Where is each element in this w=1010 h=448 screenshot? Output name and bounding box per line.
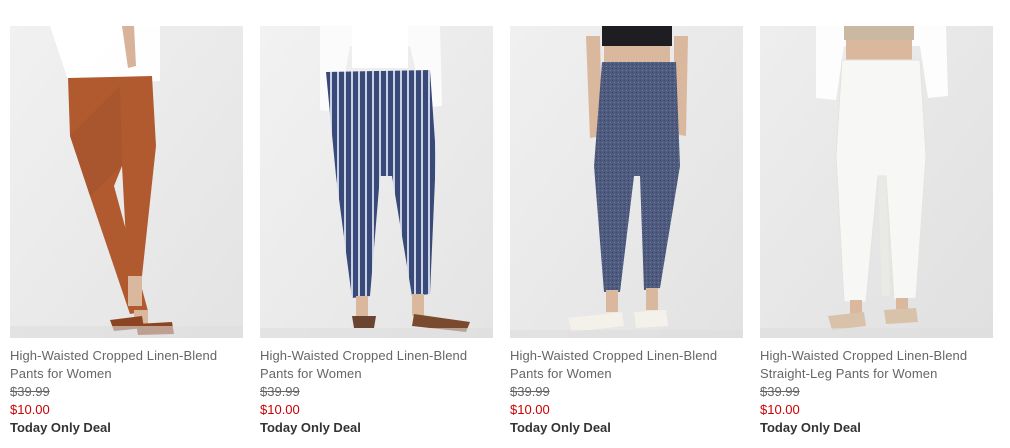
- product-image[interactable]: [260, 26, 493, 338]
- product-image[interactable]: [510, 26, 743, 338]
- original-price: $39.99: [760, 384, 800, 399]
- product-title-line1[interactable]: High-Waisted Cropped Linen-Blend: [510, 347, 743, 365]
- deal-badge: Today Only Deal: [760, 420, 861, 435]
- product-title-line2[interactable]: Pants for Women: [260, 365, 493, 383]
- product-title-line1[interactable]: High-Waisted Cropped Linen-Blend: [10, 347, 243, 365]
- original-price: $39.99: [260, 384, 300, 399]
- product-image[interactable]: [10, 26, 243, 338]
- sale-price: $10.00: [510, 402, 550, 417]
- product-card[interactable]: High-Waisted Cropped Linen-Blend Pants f…: [10, 26, 243, 437]
- product-title[interactable]: High-Waisted Cropped Linen-Blend Pants f…: [10, 347, 243, 383]
- original-price: $39.99: [510, 384, 550, 399]
- product-title-line2[interactable]: Straight-Leg Pants for Women: [760, 365, 993, 383]
- sale-price: $10.00: [760, 402, 800, 417]
- product-title-line1[interactable]: High-Waisted Cropped Linen-Blend: [260, 347, 493, 365]
- product-title[interactable]: High-Waisted Cropped Linen-Blend Pants f…: [510, 347, 743, 383]
- deal-badge: Today Only Deal: [260, 420, 361, 435]
- sale-price: $10.00: [10, 402, 50, 417]
- product-title-line1[interactable]: High-Waisted Cropped Linen-Blend: [760, 347, 993, 365]
- product-title[interactable]: High-Waisted Cropped Linen-Blend Pants f…: [260, 347, 493, 383]
- product-card[interactable]: High-Waisted Cropped Linen-Blend Pants f…: [510, 26, 743, 437]
- original-price: $39.99: [10, 384, 50, 399]
- product-title-line2[interactable]: Pants for Women: [10, 365, 243, 383]
- product-title-line2[interactable]: Pants for Women: [510, 365, 743, 383]
- product-grid: High-Waisted Cropped Linen-Blend Pants f…: [10, 26, 993, 437]
- deal-badge: Today Only Deal: [10, 420, 111, 435]
- product-card[interactable]: High-Waisted Cropped Linen-Blend Straigh…: [760, 26, 993, 437]
- sale-price: $10.00: [260, 402, 300, 417]
- product-image[interactable]: [760, 26, 993, 338]
- deal-badge: Today Only Deal: [510, 420, 611, 435]
- product-card[interactable]: High-Waisted Cropped Linen-Blend Pants f…: [260, 26, 493, 437]
- product-title[interactable]: High-Waisted Cropped Linen-Blend Straigh…: [760, 347, 993, 383]
